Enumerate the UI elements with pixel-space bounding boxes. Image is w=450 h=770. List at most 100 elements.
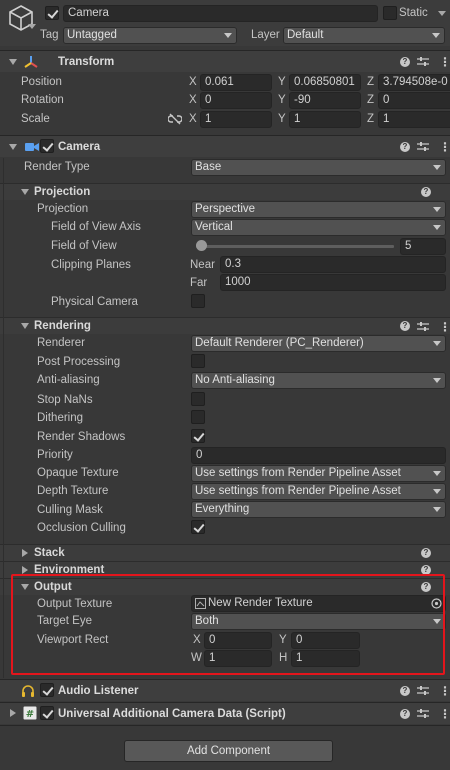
- priority-field[interactable]: 0: [191, 447, 446, 464]
- gameobject-name-field[interactable]: Camera: [63, 5, 378, 22]
- constrain-proportions-icon[interactable]: [168, 113, 182, 125]
- position-label: Position: [21, 76, 62, 88]
- transform-title: Transform: [58, 56, 115, 68]
- gameobject-icon-dropdown-arrow[interactable]: [28, 24, 36, 29]
- uacd-enabled-checkbox[interactable]: [40, 706, 54, 720]
- audio-listener-help-icon[interactable]: ?: [400, 686, 410, 696]
- add-component-button[interactable]: Add Component: [124, 740, 333, 762]
- opaque-texture-dropdown[interactable]: Use settings from Render Pipeline Asset: [191, 465, 446, 482]
- rotation-x-axis-label[interactable]: X: [189, 92, 197, 108]
- near-field[interactable]: 0.3: [220, 256, 446, 273]
- uacd-help-icon[interactable]: ?: [400, 709, 410, 719]
- rendering-foldout-arrow[interactable]: [21, 323, 29, 329]
- dithering-checkbox[interactable]: [191, 410, 205, 424]
- stop-nans-checkbox[interactable]: [191, 392, 205, 406]
- renderer-dropdown[interactable]: Default Renderer (PC_Renderer): [191, 335, 446, 352]
- projection-section-header[interactable]: Projection ?: [0, 183, 450, 200]
- occlusion-culling-label: Occlusion Culling: [37, 522, 126, 534]
- camera-title: Camera: [58, 141, 101, 153]
- svg-text:#: #: [26, 709, 34, 720]
- projection-dropdown[interactable]: Perspective: [191, 201, 446, 218]
- rotation-y-field[interactable]: -90: [289, 92, 361, 109]
- rendering-menu-icon[interactable]: ⋮: [439, 321, 450, 333]
- opaque-texture-label: Opaque Texture: [37, 467, 119, 479]
- rotation-z-field[interactable]: 0: [378, 92, 450, 109]
- environment-foldout-arrow[interactable]: [22, 566, 28, 574]
- render-shadows-checkbox[interactable]: [191, 429, 205, 443]
- camera-header[interactable]: Camera ? ⋮: [0, 135, 450, 157]
- occlusion-culling-checkbox[interactable]: [191, 520, 205, 534]
- stack-section-title: Stack: [34, 547, 65, 559]
- audio-listener-presets-icon[interactable]: [417, 685, 429, 696]
- depth-texture-label: Depth Texture: [37, 485, 109, 497]
- scale-y-axis-label[interactable]: Y: [278, 111, 286, 127]
- position-y-field[interactable]: 0.06850801: [289, 74, 361, 91]
- dithering-label: Dithering: [37, 412, 84, 424]
- uacd-header[interactable]: # Universal Additional Camera Data (Scri…: [0, 702, 450, 724]
- rendering-section-title: Rendering: [34, 320, 91, 332]
- uacd-presets-icon[interactable]: [417, 708, 429, 719]
- fov-value-field[interactable]: 5: [400, 238, 446, 255]
- uacd-menu-icon[interactable]: ⋮: [439, 708, 450, 720]
- scale-z-field[interactable]: 1: [378, 111, 450, 128]
- transform-presets-icon[interactable]: [417, 56, 429, 67]
- clipping-planes-label: Clipping Planes: [51, 259, 131, 271]
- uacd-title: Universal Additional Camera Data (Script…: [58, 708, 286, 720]
- scale-y-field[interactable]: 1: [289, 111, 361, 128]
- position-z-axis-label[interactable]: Z: [367, 74, 374, 90]
- scale-z-axis-label[interactable]: Z: [367, 111, 374, 127]
- priority-label: Priority: [37, 449, 73, 461]
- stack-section-header[interactable]: Stack ?: [0, 544, 450, 561]
- uacd-foldout-arrow[interactable]: [10, 709, 16, 717]
- near-label[interactable]: Near: [190, 257, 215, 273]
- gameobject-active-checkbox[interactable]: [45, 6, 59, 20]
- position-x-axis-label[interactable]: X: [189, 74, 197, 90]
- rotation-z-axis-label[interactable]: Z: [367, 92, 374, 108]
- tag-label: Tag: [40, 29, 59, 41]
- transform-foldout-arrow[interactable]: [9, 59, 17, 65]
- position-x-field[interactable]: 0.061: [200, 74, 272, 91]
- depth-texture-dropdown[interactable]: Use settings from Render Pipeline Asset: [191, 483, 446, 500]
- fov-axis-label: Field of View Axis: [51, 221, 141, 233]
- audio-listener-enabled-checkbox[interactable]: [40, 683, 54, 697]
- far-label[interactable]: Far: [190, 275, 207, 291]
- camera-foldout-arrow[interactable]: [9, 144, 17, 150]
- scale-x-field[interactable]: 1: [200, 111, 272, 128]
- stack-foldout-arrow[interactable]: [22, 549, 28, 557]
- physical-camera-checkbox[interactable]: [191, 294, 205, 308]
- transform-header[interactable]: Transform ? ⋮: [0, 50, 450, 72]
- fov-slider-thumb[interactable]: [196, 240, 208, 251]
- culling-mask-dropdown[interactable]: Everything: [191, 501, 446, 518]
- audio-listener-header[interactable]: Audio Listener ? ⋮: [0, 679, 450, 701]
- rendering-presets-icon[interactable]: [417, 321, 429, 332]
- camera-help-icon[interactable]: ?: [400, 142, 410, 152]
- camera-menu-icon[interactable]: ⋮: [439, 141, 450, 153]
- rotation-x-field[interactable]: 0: [200, 92, 272, 109]
- fov-slider-track[interactable]: [196, 245, 394, 248]
- post-processing-checkbox[interactable]: [191, 354, 205, 368]
- layer-dropdown[interactable]: Default: [283, 27, 445, 44]
- static-checkbox[interactable]: [383, 6, 397, 20]
- far-field[interactable]: 1000: [220, 274, 446, 291]
- stack-help-icon[interactable]: ?: [421, 548, 431, 558]
- projection-help-icon[interactable]: ?: [421, 187, 431, 197]
- camera-enabled-checkbox[interactable]: [40, 139, 54, 153]
- audio-listener-title: Audio Listener: [58, 685, 139, 697]
- render-type-dropdown[interactable]: Base: [191, 159, 446, 176]
- transform-help-icon[interactable]: ?: [400, 57, 410, 67]
- position-z-field[interactable]: 3.794508e-0: [378, 74, 450, 91]
- tag-dropdown[interactable]: Untagged: [63, 27, 237, 44]
- transform-menu-icon[interactable]: ⋮: [439, 56, 450, 68]
- rotation-y-axis-label[interactable]: Y: [278, 92, 286, 108]
- static-dropdown-arrow[interactable]: [438, 11, 446, 16]
- projection-foldout-arrow[interactable]: [21, 189, 29, 195]
- rendering-help-icon[interactable]: ?: [400, 321, 410, 331]
- fov-label: Field of View: [51, 240, 117, 252]
- camera-presets-icon[interactable]: [417, 141, 429, 152]
- audio-listener-menu-icon[interactable]: ⋮: [439, 685, 450, 697]
- scale-x-axis-label[interactable]: X: [189, 111, 197, 127]
- fov-axis-dropdown[interactable]: Vertical: [191, 219, 446, 236]
- anti-aliasing-dropdown[interactable]: No Anti-aliasing: [191, 372, 446, 389]
- rendering-section-header[interactable]: Rendering ? ⋮: [0, 317, 450, 334]
- position-y-axis-label[interactable]: Y: [278, 74, 286, 90]
